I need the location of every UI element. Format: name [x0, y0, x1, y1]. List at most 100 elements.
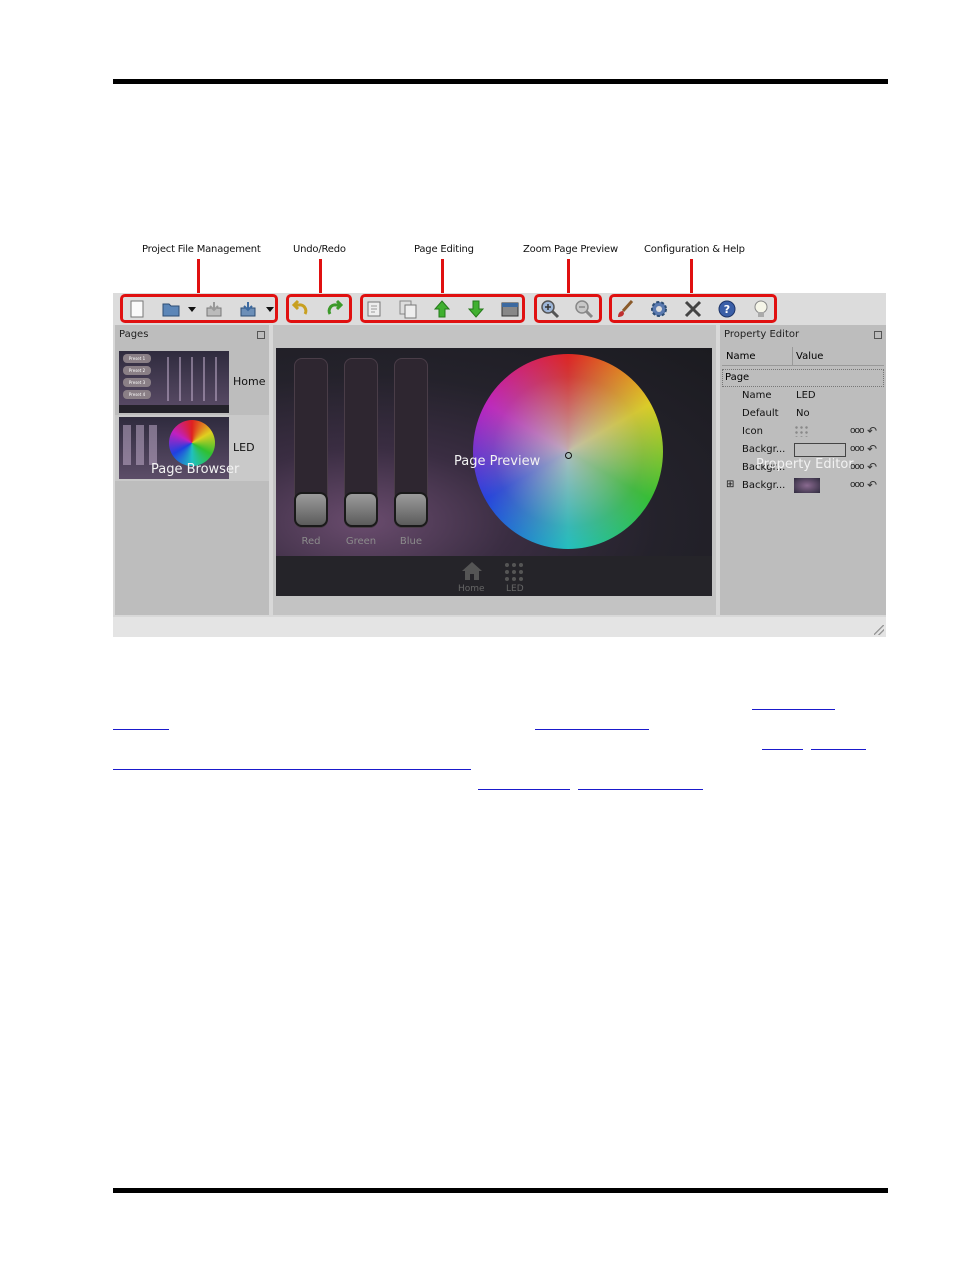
- property-value[interactable]: No: [796, 408, 810, 419]
- ellipsis-button[interactable]: ooo: [850, 444, 864, 454]
- column-header-name: Name: [726, 351, 756, 362]
- slider-knob[interactable]: [294, 492, 328, 527]
- reset-icon[interactable]: ↶: [867, 424, 877, 438]
- slider-knob[interactable]: [394, 492, 428, 527]
- main-toolbar: ?: [113, 293, 886, 325]
- new-page-icon[interactable]: [363, 298, 385, 320]
- page-label-led[interactable]: LED: [233, 441, 255, 454]
- callout-page-editing: Page Editing: [414, 244, 474, 255]
- hyperlink-underline[interactable]: [811, 749, 866, 750]
- property-row-name[interactable]: Name LED: [722, 387, 882, 405]
- property-row-icon[interactable]: Icon ooo ↶: [722, 423, 882, 441]
- app-screenshot: ? Pages Preset 1 Preset 2 Preset 3 Prese…: [113, 293, 886, 637]
- float-panel-button[interactable]: [257, 331, 265, 339]
- nav-label-home: Home: [458, 584, 485, 594]
- tools-icon[interactable]: [682, 298, 704, 320]
- slider-blue[interactable]: [394, 358, 428, 528]
- property-row-default[interactable]: Default No: [722, 405, 882, 423]
- redo-icon[interactable]: [324, 298, 346, 320]
- callout-stem: [441, 259, 444, 295]
- reset-icon[interactable]: ↶: [867, 478, 877, 492]
- hyperlink-underline[interactable]: [113, 729, 169, 730]
- thumb-preset-button: Preset 3: [123, 378, 151, 387]
- property-table-header: Name Value: [722, 347, 884, 366]
- property-section-page[interactable]: Page: [722, 369, 884, 387]
- slider-knob[interactable]: [344, 492, 378, 527]
- property-editor-overlay-label: Property Editor: [756, 457, 854, 472]
- tips-bulb-icon[interactable]: [750, 298, 772, 320]
- page-thumbnail-home[interactable]: Preset 1 Preset 2 Preset 3 Preset 4: [119, 351, 229, 413]
- help-icon[interactable]: ?: [716, 298, 738, 320]
- slider-label-green: Green: [345, 536, 377, 547]
- hyperlink-underline[interactable]: [578, 789, 703, 790]
- page-label-home[interactable]: Home: [233, 375, 265, 388]
- preview-nav-bar: Home LED: [276, 556, 712, 596]
- resize-grip-icon[interactable]: [874, 625, 884, 635]
- top-rule: [113, 79, 888, 84]
- property-name: Icon: [742, 426, 763, 437]
- hyperlink-underline[interactable]: [762, 749, 803, 750]
- column-header-value: Value: [796, 351, 824, 362]
- theme-brush-icon[interactable]: [614, 298, 636, 320]
- callout-zoom-page-preview: Zoom Page Preview: [523, 244, 618, 255]
- ellipsis-button[interactable]: ooo: [850, 426, 864, 436]
- color-picker-dot[interactable]: [565, 452, 572, 459]
- property-value[interactable]: LED: [796, 390, 816, 401]
- ellipsis-button[interactable]: ooo: [850, 480, 864, 490]
- column-divider: [792, 347, 793, 365]
- callout-project-file-management: Project File Management: [142, 244, 261, 255]
- led-grid-icon[interactable]: [503, 561, 525, 581]
- pages-panel: Pages Preset 1 Preset 2 Preset 3 Preset …: [115, 325, 269, 615]
- hyperlink-underline[interactable]: [752, 709, 835, 710]
- callout-configuration-help: Configuration & Help: [644, 244, 745, 255]
- property-editor-title: Property Editor: [724, 329, 800, 340]
- page-preview-canvas: Red Green Blue Page Preview Home LED: [276, 348, 712, 596]
- callout-stem: [690, 259, 693, 295]
- nav-label-led: LED: [506, 584, 524, 594]
- property-name: Name: [742, 390, 772, 401]
- move-up-icon[interactable]: [431, 298, 453, 320]
- slider-green[interactable]: [344, 358, 378, 528]
- thumb-sliders: [159, 357, 225, 401]
- open-dropdown-arrow[interactable]: [188, 307, 196, 312]
- expand-icon[interactable]: ⊞: [726, 479, 734, 490]
- property-name: Backgr...: [742, 444, 786, 455]
- hyperlink-underline[interactable]: [113, 769, 471, 770]
- thumb-preset-button: Preset 4: [123, 390, 151, 399]
- section-label: Page: [725, 372, 750, 383]
- callout-stem: [197, 259, 200, 295]
- property-row-background-image[interactable]: ⊞ Backgr... ooo ↶: [722, 477, 882, 495]
- zoom-in-icon[interactable]: [539, 298, 561, 320]
- hyperlink-underline[interactable]: [478, 789, 570, 790]
- hyperlink-underline[interactable]: [535, 729, 649, 730]
- property-name: Default: [742, 408, 779, 419]
- move-down-icon[interactable]: [465, 298, 487, 320]
- slider-red[interactable]: [294, 358, 328, 528]
- open-folder-icon[interactable]: [160, 298, 182, 320]
- zoom-out-icon[interactable]: [573, 298, 595, 320]
- svg-text:?: ?: [724, 303, 730, 316]
- new-file-icon[interactable]: [126, 298, 148, 320]
- copy-page-icon[interactable]: [397, 298, 419, 320]
- slider-label-blue: Blue: [399, 536, 423, 547]
- status-bar: [113, 617, 886, 637]
- save-icon[interactable]: [203, 298, 225, 320]
- undo-icon[interactable]: [289, 298, 311, 320]
- property-editor-panel: Property Editor Name Value Page Name LED…: [720, 325, 886, 615]
- property-name: Backgr...: [742, 480, 786, 491]
- reset-icon[interactable]: ↶: [867, 442, 877, 456]
- float-panel-button[interactable]: [874, 331, 882, 339]
- thumb-preset-button: Preset 2: [123, 366, 151, 375]
- home-icon[interactable]: [460, 561, 484, 581]
- save-dropdown-arrow[interactable]: [266, 307, 274, 312]
- save-as-icon[interactable]: [237, 298, 259, 320]
- pages-panel-title: Pages: [119, 329, 149, 340]
- color-swatch[interactable]: [794, 443, 846, 457]
- settings-gear-icon[interactable]: [648, 298, 670, 320]
- thumb-color-wheel: [169, 420, 215, 466]
- color-wheel[interactable]: [473, 354, 663, 549]
- reset-icon[interactable]: ↶: [867, 460, 877, 474]
- icon-preview: [794, 425, 810, 437]
- bottom-rule: [113, 1188, 888, 1193]
- page-settings-icon[interactable]: [499, 298, 521, 320]
